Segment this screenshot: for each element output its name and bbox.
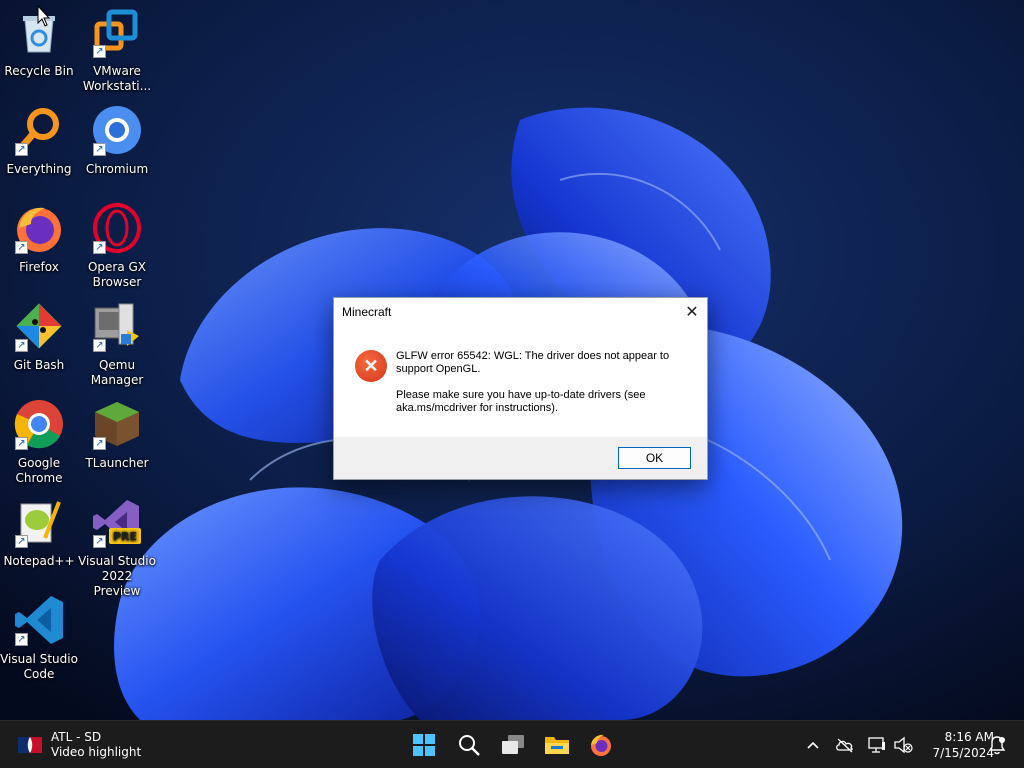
start-icon xyxy=(413,734,435,756)
chevron-up-icon xyxy=(807,741,819,749)
desktop-icon-notepadpp[interactable]: ↗ Notepad++ xyxy=(0,494,78,586)
pre-badge: PRE xyxy=(113,530,137,543)
shortcut-arrow-icon: ↗ xyxy=(93,45,106,58)
close-icon: ✕ xyxy=(685,304,699,321)
shortcut-arrow-icon: ↗ xyxy=(93,339,106,352)
cloud-offline-icon xyxy=(836,738,853,753)
qemu-manager-icon: ↗ xyxy=(91,300,143,352)
firefox-icon: ↗ xyxy=(13,202,65,254)
search-button[interactable] xyxy=(451,727,487,763)
error-message-text: GLFW error 65542: WGL: The driver does n… xyxy=(396,350,670,375)
widget-subtitle: Video highlight xyxy=(51,745,142,759)
dialog-body: ✕ GLFW error 65542: WGL: The driver does… xyxy=(334,326,707,438)
error-icon: ✕ xyxy=(355,350,387,382)
desktop-icon-qemu-manager[interactable]: ↗ Qemu Manager xyxy=(78,298,156,390)
shortcut-arrow-icon: ↗ xyxy=(15,535,28,548)
opera-gx-icon: ↗ xyxy=(91,202,143,254)
driver-instructions-text: Please make sure you have up-to-date dri… xyxy=(396,389,646,414)
shortcut-arrow-icon: ↗ xyxy=(15,437,28,450)
file-explorer-icon xyxy=(545,737,569,754)
desktop-icon-visual-studio-preview[interactable]: PRE ↗ Visual Studio 2022 Preview xyxy=(78,494,156,598)
tlauncher-icon: ↗ xyxy=(91,398,143,450)
taskbar: ATL - SD Video highlight 8:16 AM 7/15/20… xyxy=(0,720,1024,768)
shortcut-arrow-icon: ↗ xyxy=(93,241,106,254)
widget-title: ATL - SD xyxy=(51,730,102,744)
network-tray-button[interactable] xyxy=(866,734,888,756)
vmware-icon: ↗ xyxy=(91,6,143,58)
desktop-icon-vmware[interactable]: ↗ VMware Workstati... xyxy=(78,4,156,96)
file-explorer-button[interactable] xyxy=(539,727,575,763)
volume-muted-icon xyxy=(894,736,913,754)
network-icon xyxy=(868,737,885,753)
desktop-icon-opera-gx[interactable]: ↗ Opera GX Browser xyxy=(78,200,156,292)
everything-search-icon: ↗ xyxy=(13,104,65,156)
volume-tray-button[interactable] xyxy=(892,734,914,756)
clock-time: 8:16 AM xyxy=(944,730,994,744)
shortcut-arrow-icon: ↗ xyxy=(93,437,106,450)
search-icon xyxy=(459,735,480,756)
news-widget[interactable]: ATL - SD Video highlight xyxy=(18,728,141,762)
close-button[interactable]: ✕ xyxy=(677,298,707,326)
dialog-message: GLFW error 65542: WGL: The driver does n… xyxy=(396,350,696,428)
visual-studio-preview-icon: PRE ↗ xyxy=(91,496,143,548)
firefox-icon xyxy=(591,734,611,756)
clock-date: 7/15/2024 xyxy=(932,746,994,760)
chromium-icon: ↗ xyxy=(91,104,143,156)
notification-bell-icon xyxy=(988,736,1006,755)
desktop-icon-vscode[interactable]: ↗ Visual Studio Code xyxy=(0,592,78,684)
error-dialog: Minecraft ✕ ✕ GLFW error 65542: WGL: The… xyxy=(333,297,708,480)
system-clock[interactable]: 8:16 AM 7/15/2024 xyxy=(918,729,994,761)
firefox-taskbar-button[interactable] xyxy=(583,727,619,763)
ok-button[interactable]: OK xyxy=(618,447,691,469)
desktop-icon-everything[interactable]: ↗ Everything xyxy=(0,102,78,194)
shortcut-arrow-icon: ↗ xyxy=(15,143,28,156)
vscode-icon: ↗ xyxy=(13,594,65,646)
dialog-footer: OK xyxy=(334,437,707,479)
mouse-cursor-icon xyxy=(37,5,51,27)
desktop-icon-git-bash[interactable]: ↗ Git Bash xyxy=(0,298,78,390)
desktop-icon-google-chrome[interactable]: ↗ Google Chrome xyxy=(0,396,78,488)
desktop-icon-firefox[interactable]: ↗ Firefox xyxy=(0,200,78,292)
desktop-icon-tlauncher[interactable]: ↗ TLauncher xyxy=(78,396,156,488)
notepadpp-icon: ↗ xyxy=(13,496,65,548)
show-hidden-icons-button[interactable] xyxy=(802,734,824,756)
shortcut-arrow-icon: ↗ xyxy=(93,535,106,548)
chrome-icon: ↗ xyxy=(13,398,65,450)
onedrive-tray-button[interactable] xyxy=(834,734,856,756)
dialog-titlebar[interactable]: Minecraft xyxy=(334,298,707,326)
mlb-logo-icon xyxy=(18,737,42,753)
notification-center-button[interactable] xyxy=(986,734,1008,756)
git-bash-icon: ↗ xyxy=(13,300,65,352)
shortcut-arrow-icon: ↗ xyxy=(15,241,28,254)
start-button[interactable] xyxy=(406,727,442,763)
task-view-icon xyxy=(502,735,524,754)
task-view-button[interactable] xyxy=(495,727,531,763)
desktop-icon-chromium[interactable]: ↗ Chromium xyxy=(78,102,156,194)
shortcut-arrow-icon: ↗ xyxy=(15,339,28,352)
dialog-title: Minecraft xyxy=(342,305,392,319)
shortcut-arrow-icon: ↗ xyxy=(15,633,28,646)
shortcut-arrow-icon: ↗ xyxy=(93,143,106,156)
